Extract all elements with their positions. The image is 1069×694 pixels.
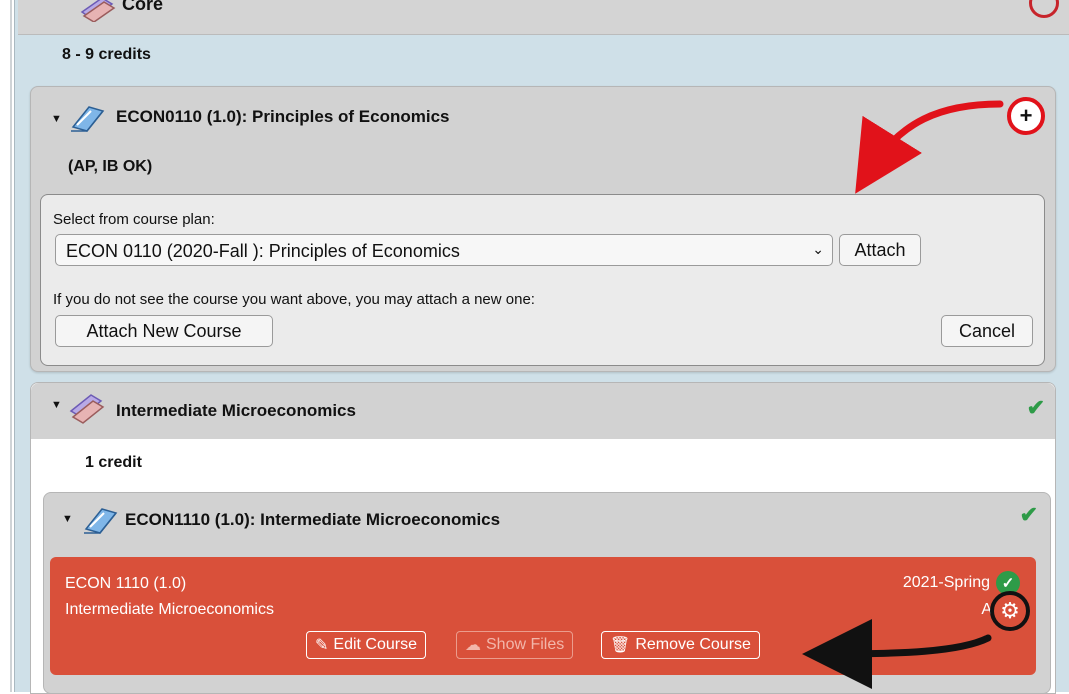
show-files-button[interactable]: ☁ Show Files xyxy=(456,631,574,659)
group-title: Intermediate Microeconomics xyxy=(116,401,356,420)
course-plan-label: Select from course plan: xyxy=(53,211,215,228)
chevron-down-icon: ⌄ xyxy=(812,241,824,257)
left-frame-edge xyxy=(0,0,12,692)
check-icon: ✔ xyxy=(1019,502,1038,527)
plus-icon[interactable]: + xyxy=(1007,97,1045,135)
course-plan-select[interactable]: ECON 0110 (2020-Fall ): Principles of Ec… xyxy=(55,234,833,266)
remove-course-label: Remove Course xyxy=(635,636,751,653)
group-header[interactable]: ▼ Intermediate Microeconomics ✔ xyxy=(31,383,1055,439)
books-icon xyxy=(67,391,107,430)
status-incomplete-icon xyxy=(1029,0,1059,18)
attached-course[interactable]: ECON 1110 (1.0) Intermediate Microeconom… xyxy=(50,557,1036,675)
edit-course-button[interactable]: ✎ Edit Course xyxy=(306,631,426,659)
core-credits: 8 - 9 credits xyxy=(62,46,151,63)
requirement-card: ▼ ECON0110 (1.0): Principles of Economic… xyxy=(30,86,1056,372)
selected-course-value: ECON 0110 (2020-Fall ): Principles of Ec… xyxy=(66,241,460,261)
attach-new-hint: If you do not see the course you want ab… xyxy=(53,291,535,308)
remove-course-button[interactable]: 🗑 Remove Course xyxy=(601,631,760,659)
requirement-group: ▼ Intermediate Microeconomics ✔ 1 credit… xyxy=(30,382,1056,694)
show-files-label: Show Files xyxy=(486,636,565,653)
collapse-caret-icon[interactable]: ▼ xyxy=(51,399,62,411)
trash-icon: 🗑 xyxy=(610,637,631,654)
attach-new-course-button[interactable]: Attach New Course xyxy=(55,315,273,347)
attach-course-panel: Select from course plan: ECON 0110 (2020… xyxy=(40,194,1045,366)
collapse-caret-icon[interactable]: ▼ xyxy=(51,113,62,125)
cancel-button[interactable]: Cancel xyxy=(941,315,1033,347)
core-section-header[interactable]: Core xyxy=(18,0,1069,35)
gear-icon[interactable]: ⚙ xyxy=(990,591,1030,631)
edit-course-label: Edit Course xyxy=(333,636,417,653)
collapse-caret-icon[interactable]: ▼ xyxy=(62,513,73,525)
group-credits: 1 credit xyxy=(85,454,142,471)
requirement-note: (AP, IB OK) xyxy=(68,158,153,175)
cloud-icon: ☁ xyxy=(465,637,481,654)
course-name: Intermediate Microeconomics xyxy=(65,601,274,618)
check-icon: ✔ xyxy=(1026,395,1045,420)
course-requirement-card: ▼ ECON1110 (1.0): Intermediate Microecon… xyxy=(43,492,1051,694)
attach-button[interactable]: Attach xyxy=(839,234,921,266)
core-title: Core xyxy=(122,0,164,14)
course-term: 2021-Spring xyxy=(902,574,990,591)
pencil-icon: ✎ xyxy=(315,637,329,654)
requirement-title: ECON0110 (1.0): Principles of Economics xyxy=(116,107,450,126)
course-requirement-title: ECON1110 (1.0): Intermediate Microeconom… xyxy=(125,510,501,529)
course-code: ECON 1110 (1.0) xyxy=(65,575,187,592)
books-icon xyxy=(80,0,116,27)
book-icon xyxy=(80,505,120,540)
book-icon xyxy=(67,103,107,138)
